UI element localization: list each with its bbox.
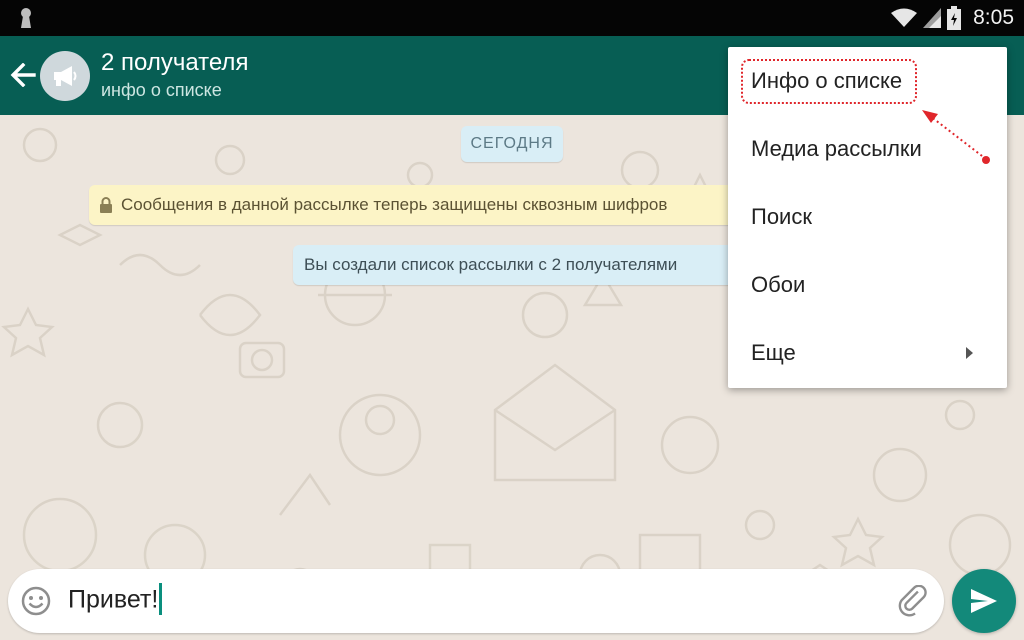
text-cursor [159,583,163,615]
chat-title: 2 получателя [101,49,249,76]
encryption-notice-text: Сообщения в данной рассылке теперь защищ… [121,195,668,214]
send-button[interactable] [952,569,1016,633]
system-message: Вы создали список рассылки с 2 получател… [293,245,753,285]
broadcast-megaphone-icon [54,66,77,86]
menu-item-wallpaper[interactable]: Обои [728,251,1007,319]
lock-icon [100,197,112,213]
menu-item-label: Еще [751,340,796,365]
signal-icon [923,8,942,28]
chat-header[interactable]: 2 получателя инфо о списке [101,48,248,101]
menu-item-label: Обои [751,272,806,297]
menu-item-more[interactable]: Еще [728,319,1007,387]
menu-item-search[interactable]: Поиск [728,183,1007,251]
annotation-arrow-icon [922,110,990,164]
keyhole-icon [21,8,31,28]
paperclip-icon[interactable] [898,585,930,619]
message-composer: Привет! [8,569,944,633]
highlight-annotation [741,59,917,104]
system-message-text: Вы создали список рассылки с 2 получател… [304,255,678,274]
status-bar: 8:05 [0,0,1024,36]
date-chip: СЕГОДНЯ [461,126,563,162]
status-time: 8:05 [973,6,1014,29]
send-arrow-icon [971,589,997,613]
avatar[interactable] [40,51,90,101]
emoji-smile-icon[interactable] [20,585,52,617]
wifi-icon [891,8,918,27]
message-input[interactable]: Привет! [68,583,163,617]
message-input-value: Привет! [68,585,159,614]
menu-item-label: Поиск [751,204,812,229]
status-icons: 8:05 [891,0,1014,36]
arrow-left-icon [10,63,36,87]
battery-icon [947,6,962,30]
encryption-notice[interactable]: Сообщения в данной рассылке теперь защищ… [89,185,749,225]
menu-item-label: Медиа рассылки [751,136,922,161]
chat-subtitle: инфо о списке [101,80,222,100]
submenu-arrow-icon [966,347,973,359]
back-button[interactable] [6,56,40,94]
